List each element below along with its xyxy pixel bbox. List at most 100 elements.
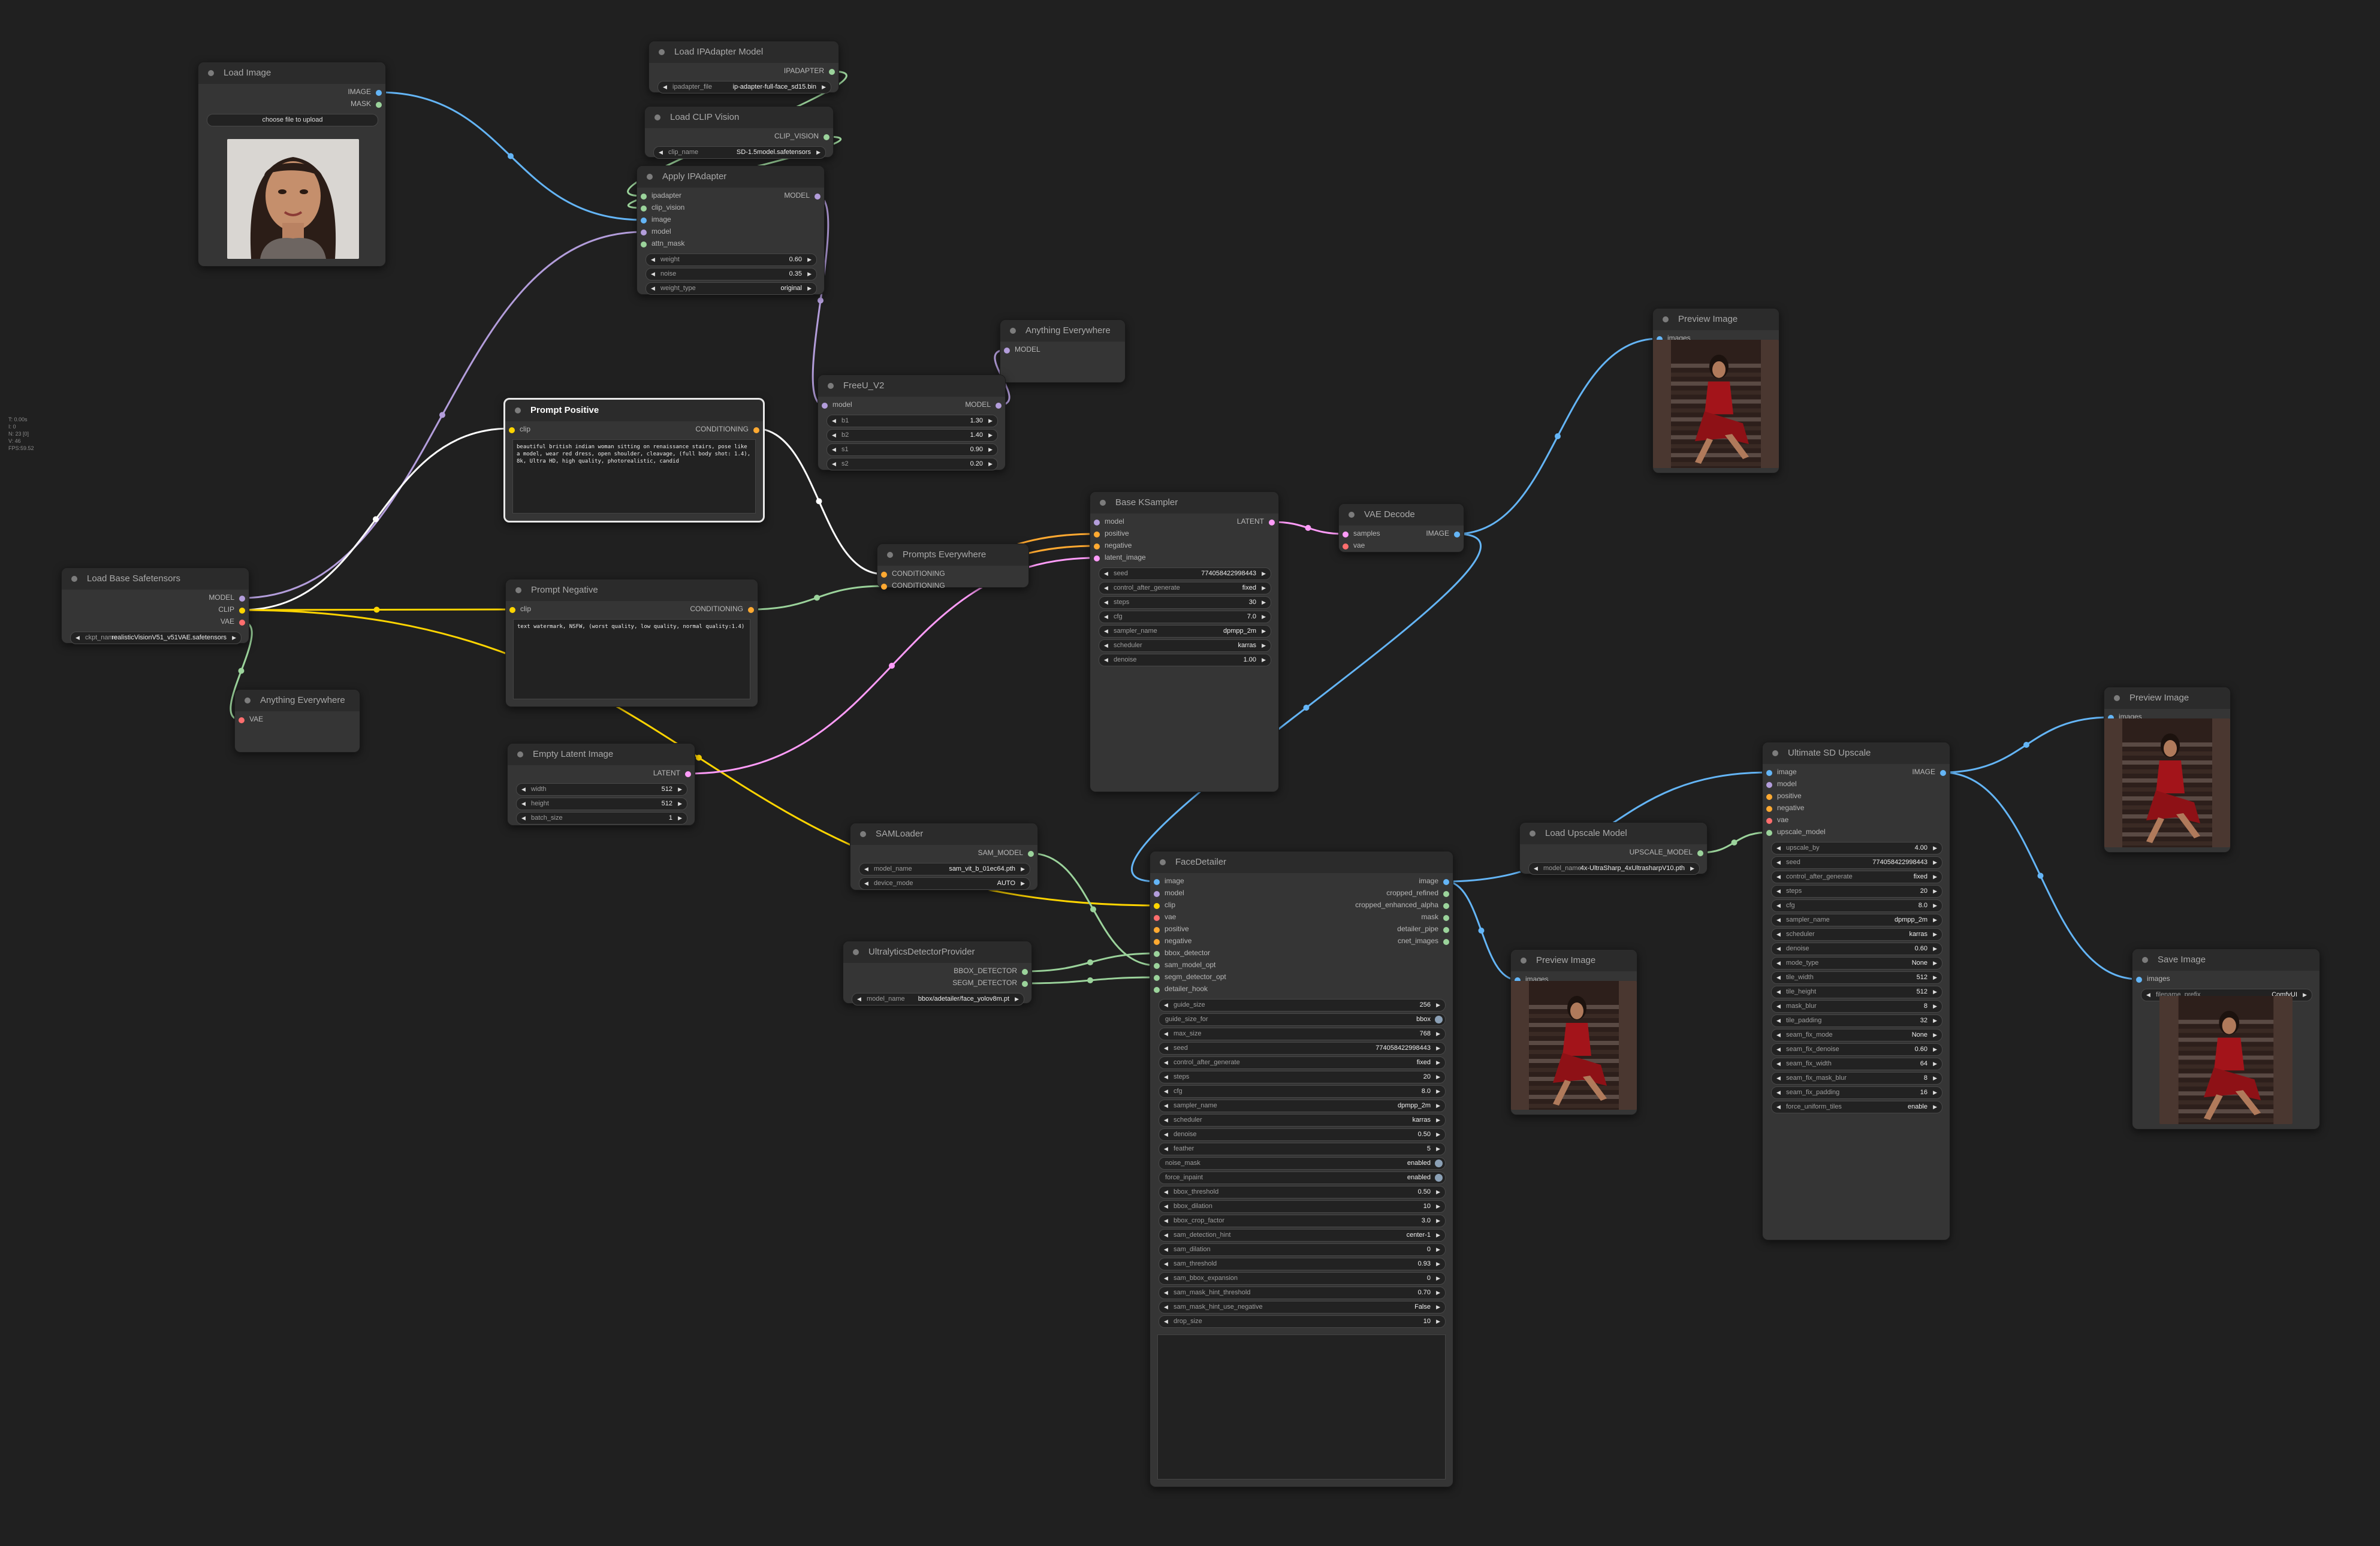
- link-midpoint-icon[interactable]: [1303, 705, 1310, 711]
- output-pin-icon[interactable]: [376, 90, 382, 96]
- b1-widget[interactable]: ◀ ▶ b1 1.30: [826, 415, 998, 427]
- input-pin-icon[interactable]: [1154, 879, 1160, 885]
- bbox-crop-factor-widget[interactable]: ◀ ▶ bbox_crop_factor 3.0: [1159, 1215, 1446, 1227]
- increment-arrow-icon[interactable]: ▶: [1933, 1015, 1937, 1026]
- bbox-threshold-widget[interactable]: ◀ ▶ bbox_threshold 0.50: [1159, 1186, 1446, 1198]
- decrement-arrow-icon[interactable]: ◀: [1164, 1201, 1168, 1212]
- increment-arrow-icon[interactable]: ▶: [1436, 1129, 1440, 1140]
- input-slot-positive[interactable]: positive: [1094, 529, 1129, 538]
- increment-arrow-icon[interactable]: ▶: [1021, 863, 1025, 875]
- toggle-switch-icon[interactable]: [1435, 1016, 1443, 1023]
- node-title[interactable]: Load CLIP Vision: [645, 107, 833, 128]
- link-midpoint-icon[interactable]: [508, 153, 514, 159]
- node-load-image[interactable]: Load Image IMAGE MASK choose file to upload: [198, 62, 386, 267]
- decrement-arrow-icon[interactable]: ◀: [2146, 989, 2150, 1001]
- collapse-dot-icon[interactable]: [853, 949, 859, 955]
- node-vae-decode[interactable]: VAE Decode samples vae IMAGE: [1338, 503, 1464, 552]
- decrement-arrow-icon[interactable]: ◀: [1164, 1215, 1168, 1227]
- input-slot-vae[interactable]: vae: [1343, 541, 1365, 549]
- increment-arrow-icon[interactable]: ▶: [1933, 1044, 1937, 1055]
- node-title[interactable]: Preview Image: [1511, 950, 1637, 971]
- width-widget[interactable]: ◀ ▶ width 512: [516, 783, 687, 796]
- output-pin-icon[interactable]: [824, 134, 829, 140]
- model-name-widget[interactable]: ◀ ▶ model_name sam_vit_b_01ec64.pth: [859, 863, 1030, 875]
- feather-widget[interactable]: ◀ ▶ feather 5: [1159, 1143, 1446, 1155]
- b2-widget[interactable]: ◀ ▶ b2 1.40: [826, 429, 998, 442]
- increment-arrow-icon[interactable]: ▶: [1262, 582, 1266, 594]
- node-load-ipadapter[interactable]: Load IPAdapter Model IPADAPTER ◀ ▶ ipadapter…: [648, 41, 839, 93]
- decrement-arrow-icon[interactable]: ◀: [1776, 929, 1781, 940]
- node-load-base[interactable]: Load Base Safetensors MODEL CLIP VAE ◀ ▶ ckpt_…: [61, 567, 249, 644]
- input-slot-conditioning[interactable]: CONDITIONING: [881, 569, 945, 578]
- input-pin-icon[interactable]: [1154, 891, 1160, 897]
- increment-arrow-icon[interactable]: ▶: [1436, 1215, 1440, 1227]
- node-title[interactable]: Empty Latent Image: [508, 744, 695, 765]
- increment-arrow-icon[interactable]: ▶: [1933, 843, 1937, 854]
- node-title[interactable]: Load Image: [198, 62, 385, 84]
- collapse-dot-icon[interactable]: [659, 49, 665, 55]
- decrement-arrow-icon[interactable]: ◀: [651, 254, 655, 265]
- decrement-arrow-icon[interactable]: ◀: [1776, 886, 1781, 897]
- tile-height-widget[interactable]: ◀ ▶ tile_height 512: [1771, 986, 1942, 998]
- output-pin-icon[interactable]: [1454, 532, 1460, 538]
- decrement-arrow-icon[interactable]: ◀: [1776, 1029, 1781, 1041]
- node-preview3[interactable]: Preview Image images: [2104, 687, 2231, 853]
- increment-arrow-icon[interactable]: ▶: [822, 81, 826, 93]
- decrement-arrow-icon[interactable]: ◀: [864, 863, 868, 875]
- ipadapter-file-widget[interactable]: ◀ ▶ ipadapter_file ip-adapter-full-face_sd1…: [657, 81, 831, 93]
- collapse-dot-icon[interactable]: [2114, 695, 2120, 701]
- node-title[interactable]: Load Base Safetensors: [62, 568, 249, 590]
- node-save-image[interactable]: Save Image images ◀ ▶ filename_prefix ComfyUI: [2132, 949, 2320, 1130]
- input-pin-icon[interactable]: [1766, 794, 1772, 800]
- increment-arrow-icon[interactable]: ▶: [1436, 1186, 1440, 1198]
- increment-arrow-icon[interactable]: ▶: [807, 283, 812, 294]
- input-slot-vae[interactable]: VAE: [239, 715, 263, 723]
- input-pin-icon[interactable]: [1004, 348, 1010, 354]
- input-slot-model[interactable]: MODEL: [1004, 345, 1040, 354]
- node-anything-model[interactable]: Anything Everywhere MODEL: [1000, 319, 1126, 383]
- output-slot-image[interactable]: IMAGE: [1912, 768, 1946, 776]
- batch-size-widget[interactable]: ◀ ▶ batch_size 1: [516, 812, 687, 825]
- output-pin-icon[interactable]: [753, 427, 759, 433]
- increment-arrow-icon[interactable]: ▶: [1021, 878, 1025, 889]
- link-midpoint-icon[interactable]: [818, 297, 824, 304]
- link-midpoint-icon[interactable]: [1087, 977, 1093, 983]
- mode-type-widget[interactable]: ◀ ▶ mode_type None: [1771, 957, 1942, 970]
- scheduler-widget[interactable]: ◀ ▶ scheduler karras: [1099, 639, 1271, 652]
- decrement-arrow-icon[interactable]: ◀: [1164, 1086, 1168, 1097]
- increment-arrow-icon[interactable]: ▶: [1933, 886, 1937, 897]
- increment-arrow-icon[interactable]: ▶: [1436, 1115, 1440, 1126]
- height-widget[interactable]: ◀ ▶ height 512: [516, 798, 687, 810]
- increment-arrow-icon[interactable]: ▶: [1436, 1071, 1440, 1083]
- increment-arrow-icon[interactable]: ▶: [1933, 929, 1937, 940]
- drop-size-widget[interactable]: ◀ ▶ drop_size 10: [1159, 1315, 1446, 1328]
- decrement-arrow-icon[interactable]: ◀: [1104, 640, 1108, 651]
- node-title[interactable]: FaceDetailer: [1150, 851, 1453, 873]
- output-pin-icon[interactable]: [1022, 981, 1028, 987]
- output-slot-clip[interactable]: CLIP: [218, 605, 245, 614]
- collapse-dot-icon[interactable]: [2142, 957, 2148, 963]
- output-slot-ipadapter[interactable]: IPADAPTER: [784, 67, 835, 75]
- input-pin-icon[interactable]: [1766, 818, 1772, 824]
- collapse-dot-icon[interactable]: [1010, 328, 1016, 334]
- tile-width-widget[interactable]: ◀ ▶ tile_width 512: [1771, 971, 1942, 984]
- decrement-arrow-icon[interactable]: ◀: [659, 147, 663, 158]
- weight-type-widget[interactable]: ◀ ▶ weight_type original: [645, 282, 817, 295]
- link-midpoint-icon[interactable]: [696, 754, 702, 761]
- decrement-arrow-icon[interactable]: ◀: [1164, 1186, 1168, 1198]
- node-title[interactable]: FreeU_V2: [818, 375, 1005, 397]
- node-title[interactable]: Preview Image: [1653, 309, 1779, 330]
- decrement-arrow-icon[interactable]: ◀: [521, 784, 526, 795]
- increment-arrow-icon[interactable]: ▶: [1436, 1244, 1440, 1255]
- increment-arrow-icon[interactable]: ▶: [1262, 640, 1266, 651]
- guide-size-for-widget[interactable]: guide_size_for bbox: [1159, 1013, 1446, 1026]
- increment-arrow-icon[interactable]: ▶: [807, 254, 812, 265]
- decrement-arrow-icon[interactable]: ◀: [1104, 568, 1108, 579]
- collapse-dot-icon[interactable]: [515, 587, 521, 593]
- scheduler-widget[interactable]: ◀ ▶ scheduler karras: [1771, 928, 1942, 941]
- output-slot-image[interactable]: image: [1419, 877, 1449, 885]
- decrement-arrow-icon[interactable]: ◀: [1776, 1087, 1781, 1098]
- max-size-widget[interactable]: ◀ ▶ max_size 768: [1159, 1028, 1446, 1040]
- input-pin-icon[interactable]: [641, 241, 647, 247]
- collapse-dot-icon[interactable]: [828, 383, 834, 389]
